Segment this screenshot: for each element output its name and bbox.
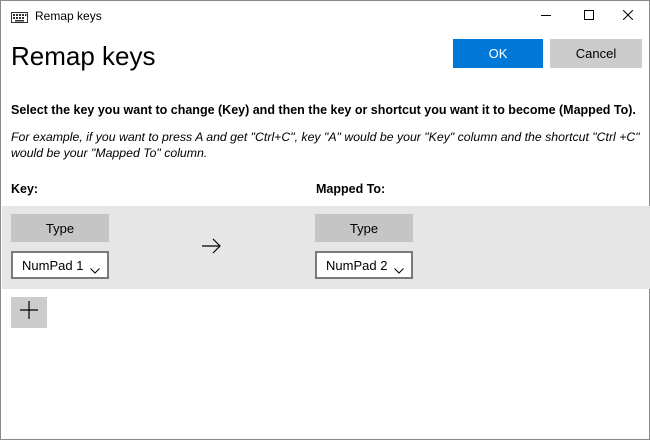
minimize-button[interactable] [523, 1, 569, 31]
mapped-type-button[interactable]: Type [315, 214, 413, 242]
key-dropdown[interactable]: NumPad 1 [11, 251, 109, 279]
keyboard-icon [11, 10, 28, 23]
arrow-right-icon [200, 238, 222, 259]
key-type-button[interactable]: Type [11, 214, 109, 242]
mapped-to-column-header: Mapped To: [316, 182, 386, 196]
mapping-row: Type NumPad 1 Type NumPad 2 [2, 206, 650, 289]
key-column-header: Key: [11, 182, 39, 196]
add-mapping-button[interactable] [11, 297, 47, 328]
remap-keys-window: Remap keys Remap keys OK Cancel Select t… [0, 0, 650, 440]
cancel-button[interactable]: Cancel [550, 39, 642, 68]
title-bar[interactable]: Remap keys [1, 1, 649, 31]
minimize-icon [541, 7, 551, 25]
mapped-dropdown-value: NumPad 2 [326, 257, 388, 273]
plus-icon [20, 301, 38, 324]
maximize-icon [584, 7, 594, 25]
chevron-down-icon [394, 262, 404, 277]
key-dropdown-value: NumPad 1 [22, 257, 84, 273]
chevron-down-icon [90, 262, 100, 277]
page-title: Remap keys [11, 41, 156, 71]
close-button[interactable] [605, 1, 650, 31]
mapped-dropdown[interactable]: NumPad 2 [315, 251, 413, 279]
close-icon [622, 7, 634, 25]
example-text: For example, if you want to press A and … [11, 130, 640, 160]
ok-button[interactable]: OK [453, 39, 543, 68]
instruction-text: Select the key you want to change (Key) … [11, 103, 636, 117]
window-title: Remap keys [35, 9, 102, 23]
